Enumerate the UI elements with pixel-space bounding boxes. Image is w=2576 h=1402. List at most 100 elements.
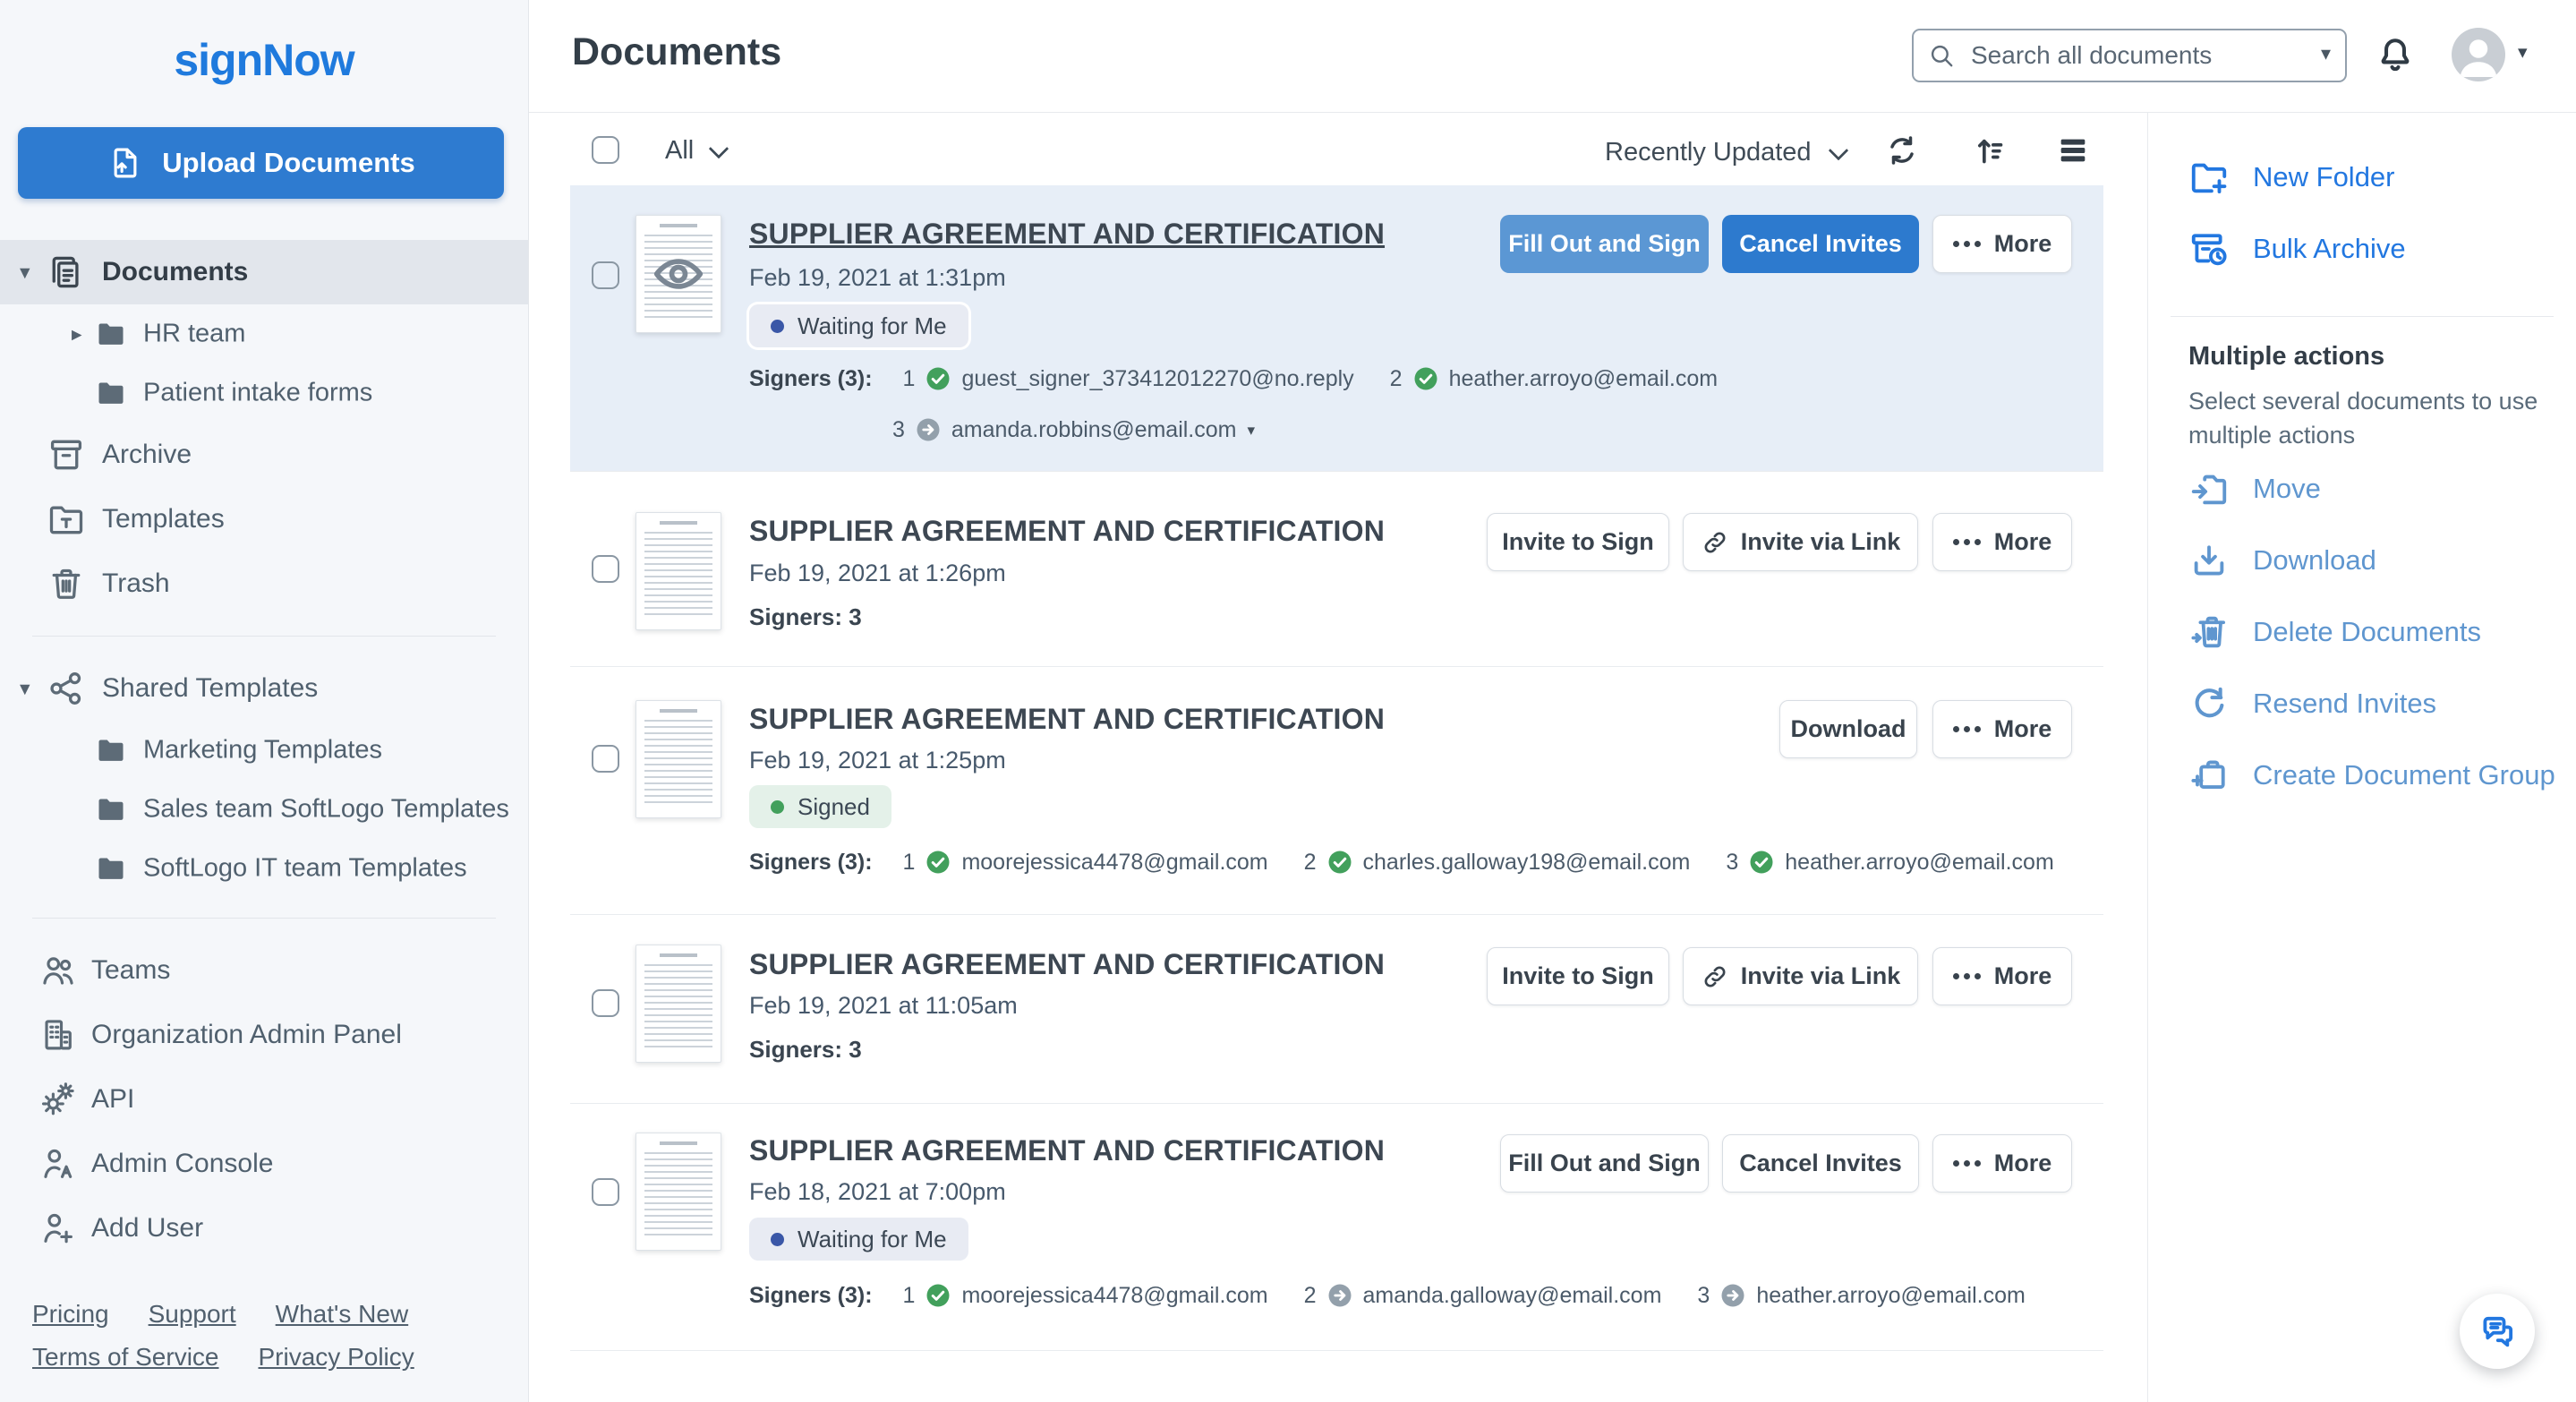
document-thumbnail[interactable]	[635, 945, 721, 1063]
select-all-checkbox[interactable]	[592, 136, 619, 164]
search-input[interactable]	[1912, 29, 2347, 82]
folder-icon	[95, 377, 127, 409]
refresh-icon[interactable]	[1884, 133, 1920, 168]
delete-documents-label: Delete Documents	[2253, 616, 2482, 647]
sidebar-item-label: API	[91, 1084, 135, 1114]
privacy-policy-link[interactable]: Privacy Policy	[259, 1343, 414, 1372]
document-date: Feb 19, 2021 at 11:05am	[749, 992, 1018, 1019]
cancel-invites-button[interactable]: Cancel Invites	[1722, 215, 1919, 273]
fill-out-and-sign-button[interactable]: Fill Out and Sign	[1500, 215, 1709, 273]
document-thumbnail[interactable]	[635, 700, 721, 818]
more-button[interactable]: More	[1932, 947, 2072, 1005]
signers-label: Signers (3):	[749, 365, 873, 391]
delete-documents-button[interactable]: Delete Documents	[2188, 611, 2481, 653]
sidebar-item-trash[interactable]: Trash	[0, 551, 528, 616]
document-title-link[interactable]: SUPPLIER AGREEMENT AND CERTIFICATION	[749, 703, 1385, 736]
create-document-group-button[interactable]: Create Document Group	[2188, 755, 2555, 796]
row-checkbox[interactable]	[592, 555, 619, 583]
document-thumbnail[interactable]	[635, 1133, 721, 1251]
terms-of-service-link[interactable]: Terms of Service	[32, 1343, 219, 1372]
status-badge: Waiting for Me	[749, 1218, 968, 1261]
document-row[interactable]: SUPPLIER AGREEMENT AND CERTIFICATION Feb…	[570, 667, 2103, 915]
invite-to-sign-button[interactable]: Invite to Sign	[1487, 947, 1669, 1005]
sidebar-item-softlogo-it-team-templates[interactable]: SoftLogo IT team Templates	[0, 839, 528, 898]
sidebar-item-organization-admin-panel[interactable]: Organization Admin Panel	[0, 1003, 528, 1067]
sidebar-item-add-user[interactable]: Add User	[0, 1196, 528, 1261]
bulk-archive-label: Bulk Archive	[2253, 233, 2406, 264]
fill-out-and-sign-button[interactable]: Fill Out and Sign	[1500, 1134, 1709, 1193]
sidebar-item-shared-templates[interactable]: ▾ Shared Templates	[0, 656, 528, 721]
resend-invites-button[interactable]: Resend Invites	[2188, 683, 2436, 724]
building-icon	[39, 1016, 77, 1054]
status-badge: Waiting for Me	[749, 304, 968, 347]
account-caret-icon[interactable]: ▾	[2518, 43, 2528, 62]
sidebar-item-teams[interactable]: Teams	[0, 938, 528, 1003]
document-title-link[interactable]: SUPPLIER AGREEMENT AND CERTIFICATION	[749, 218, 1385, 251]
help-chat-button[interactable]	[2460, 1294, 2535, 1369]
upload-documents-button[interactable]: Upload Documents	[18, 127, 504, 199]
document-row[interactable]: SUPPLIER AGREEMENT AND CERTIFICATION Feb…	[570, 1104, 2103, 1351]
whats-new-link[interactable]: What's New	[276, 1300, 409, 1329]
document-title-link[interactable]: SUPPLIER AGREEMENT AND CERTIFICATION	[749, 948, 1385, 981]
sidebar-item-sales-team-softlogo-templates[interactable]: Sales team SoftLogo Templates	[0, 780, 528, 839]
download-icon	[2188, 540, 2230, 581]
document-row[interactable]: SUPPLIER AGREEMENT AND CERTIFICATION Feb…	[570, 472, 2103, 667]
sidebar-item-marketing-templates[interactable]: Marketing Templates	[0, 721, 528, 780]
sidebar-item-label: Teams	[91, 955, 171, 985]
document-thumbnail[interactable]	[635, 215, 721, 333]
more-button[interactable]: More	[1932, 1134, 2072, 1193]
sidebar-item-api[interactable]: API	[0, 1067, 528, 1132]
document-row[interactable]: SUPPLIER AGREEMENT AND CERTIFICATION Feb…	[570, 185, 2103, 472]
invite-via-link-button[interactable]: Invite via Link	[1683, 947, 1918, 1005]
support-link[interactable]: Support	[149, 1300, 236, 1329]
search-scope-caret-icon[interactable]: ▾	[2321, 44, 2331, 64]
admin-user-icon	[39, 1145, 77, 1183]
sidebar-item-admin-console[interactable]: Admin Console	[0, 1132, 528, 1196]
sidebar-item-archive[interactable]: Archive	[0, 423, 528, 487]
new-folder-button[interactable]: New Folder	[2188, 157, 2395, 198]
cancel-invites-button[interactable]: Cancel Invites	[1722, 1134, 1919, 1193]
signer-chip-expandable[interactable]: 3 amanda.robbins@email.com ▾	[892, 416, 1255, 443]
chevron-right-icon[interactable]: ▸	[72, 322, 82, 346]
chevron-down-icon[interactable]: ▾	[20, 261, 30, 285]
document-row[interactable]: SUPPLIER AGREEMENT AND CERTIFICATION Feb…	[570, 915, 2103, 1104]
more-button[interactable]: More	[1932, 700, 2072, 758]
filter-all-dropdown[interactable]: All	[665, 136, 729, 166]
link-icon	[1701, 528, 1729, 557]
document-title-link[interactable]: SUPPLIER AGREEMENT AND CERTIFICATION	[749, 515, 1385, 548]
add-user-icon	[39, 1210, 77, 1247]
top-header: Documents ▾ ▾	[529, 0, 2576, 113]
avatar[interactable]	[2452, 28, 2505, 81]
upload-documents-label: Upload Documents	[162, 147, 415, 178]
move-button[interactable]: Move	[2188, 468, 2321, 509]
sort-label: Recently Updated	[1605, 138, 1812, 167]
signnow-app: signNow Upload Documents ▾ Documents ▸ H…	[0, 0, 2576, 1402]
bulk-archive-button[interactable]: Bulk Archive	[2188, 228, 2406, 269]
row-checkbox[interactable]	[592, 745, 619, 773]
sidebar-item-hr-team[interactable]: ▸ HR team	[0, 304, 528, 363]
row-checkbox[interactable]	[592, 1178, 619, 1206]
signnow-logo[interactable]: signNow	[0, 34, 528, 86]
invite-to-sign-button[interactable]: Invite to Sign	[1487, 513, 1669, 571]
sort-order-icon[interactable]	[1972, 133, 2008, 168]
chevron-down-icon[interactable]: ▾	[20, 677, 30, 701]
sidebar-item-templates[interactable]: Templates	[0, 487, 528, 551]
download-button[interactable]: Download	[1779, 700, 1917, 758]
row-checkbox[interactable]	[592, 989, 619, 1017]
pricing-link[interactable]: Pricing	[32, 1300, 109, 1329]
invite-via-link-button[interactable]: Invite via Link	[1683, 513, 1918, 571]
list-density-icon[interactable]	[2055, 133, 2091, 168]
notifications-bell-icon[interactable]	[2375, 34, 2416, 75]
sort-dropdown[interactable]: Recently Updated	[1605, 138, 1848, 167]
download-action-button[interactable]: Download	[2188, 540, 2376, 581]
sidebar-item-patient-intake-forms[interactable]: Patient intake forms	[0, 363, 528, 423]
document-date: Feb 19, 2021 at 1:26pm	[749, 560, 1006, 586]
more-button[interactable]: More	[1932, 513, 2072, 571]
move-folder-icon	[2188, 468, 2230, 509]
status-badge-label: Waiting for Me	[798, 1225, 947, 1252]
document-thumbnail[interactable]	[635, 512, 721, 630]
sidebar-item-documents[interactable]: ▾ Documents	[0, 240, 528, 304]
row-checkbox[interactable]	[592, 261, 619, 289]
more-button[interactable]: More	[1932, 215, 2072, 273]
document-title-link[interactable]: SUPPLIER AGREEMENT AND CERTIFICATION	[749, 1134, 1385, 1167]
